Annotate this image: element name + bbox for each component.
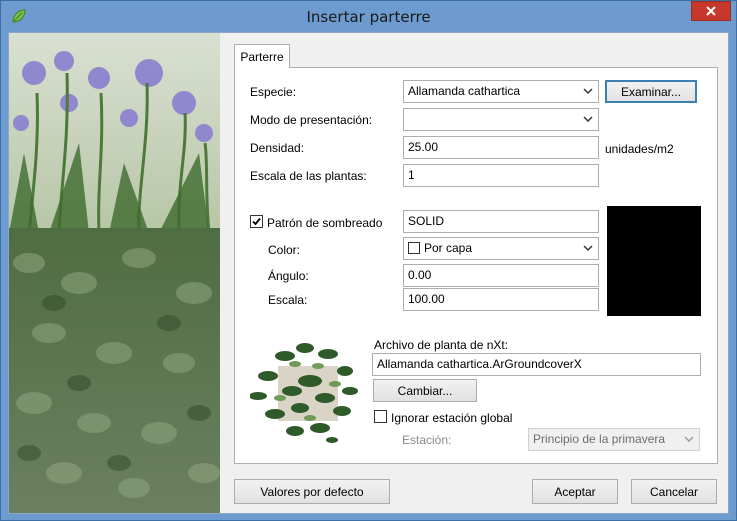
- valores-defecto-label: Valores por defecto: [260, 484, 364, 499]
- dialog-client-area: Parterre Especie: Allamanda cathartica E…: [8, 32, 729, 514]
- estacion-select[interactable]: Principio de la primavera: [528, 428, 700, 451]
- especie-value: Allamanda cathartica: [408, 84, 521, 98]
- color-label: Color:: [268, 243, 301, 257]
- cambiar-button[interactable]: Cambiar...: [373, 379, 477, 402]
- window-title: Insertar parterre: [306, 8, 431, 26]
- modo-select[interactable]: [403, 108, 599, 131]
- archivo-label: Archivo de planta de nXt:: [374, 338, 509, 352]
- cambiar-label: Cambiar...: [397, 383, 453, 398]
- estacion-label: Estación:: [402, 433, 452, 447]
- sombreado-checkbox[interactable]: [250, 215, 263, 228]
- chevron-down-icon: [583, 88, 593, 95]
- angulo-input[interactable]: 0.00: [403, 264, 599, 287]
- tab-parterre[interactable]: Parterre: [234, 44, 290, 68]
- patron-input[interactable]: SOLID: [403, 210, 599, 233]
- title-bar[interactable]: Insertar parterre: [1, 1, 736, 33]
- escala-plantas-label: Escala de las plantas:: [250, 169, 367, 183]
- escala-plantas-input[interactable]: 1: [403, 164, 599, 187]
- checkmark-icon: [252, 217, 261, 226]
- densidad-input[interactable]: 25.00: [403, 136, 599, 159]
- color-swatch: [408, 242, 420, 254]
- close-icon: [706, 6, 716, 16]
- modo-label: Modo de presentación:: [250, 113, 373, 127]
- examinar-label: Examinar...: [620, 84, 682, 99]
- color-select[interactable]: Por capa: [403, 237, 599, 260]
- sombreado-label[interactable]: Patrón de sombreado: [267, 216, 382, 230]
- color-value: Por capa: [424, 241, 473, 255]
- angulo-label: Ángulo:: [268, 269, 309, 283]
- escala-label: Escala:: [268, 293, 308, 307]
- cancelar-label: Cancelar: [649, 484, 699, 499]
- ignorar-label[interactable]: Ignorar estación global: [391, 411, 512, 425]
- chevron-down-icon: [684, 436, 694, 443]
- chevron-down-icon: [583, 116, 593, 123]
- aceptar-button[interactable]: Aceptar: [532, 479, 618, 504]
- densidad-label: Densidad:: [250, 141, 305, 155]
- cancelar-button[interactable]: Cancelar: [631, 479, 717, 504]
- tab-panel-parterre: Especie: Allamanda cathartica Examinar..…: [234, 67, 718, 464]
- especie-label: Especie:: [250, 85, 297, 99]
- aceptar-label: Aceptar: [554, 484, 596, 499]
- examinar-button[interactable]: Examinar...: [605, 80, 697, 103]
- archivo-input[interactable]: Allamanda cathartica.ArGroundcoverX: [372, 353, 701, 376]
- close-button[interactable]: [691, 1, 731, 21]
- plant-preview-image: [250, 343, 358, 443]
- especie-select[interactable]: Allamanda cathartica: [403, 80, 599, 103]
- chevron-down-icon: [583, 245, 593, 252]
- valores-defecto-button[interactable]: Valores por defecto: [234, 479, 390, 504]
- estacion-value: Principio de la primavera: [533, 432, 666, 446]
- dialog-window: Insertar parterre Parterre Especie: Alla…: [0, 0, 737, 521]
- tab-label: Parterre: [240, 49, 284, 64]
- densidad-unit: unidades/m2: [605, 142, 674, 156]
- pattern-preview: [607, 206, 701, 316]
- escala-input[interactable]: 100.00: [403, 288, 599, 311]
- garden-photo: [9, 33, 220, 513]
- ignorar-checkbox[interactable]: [374, 410, 387, 423]
